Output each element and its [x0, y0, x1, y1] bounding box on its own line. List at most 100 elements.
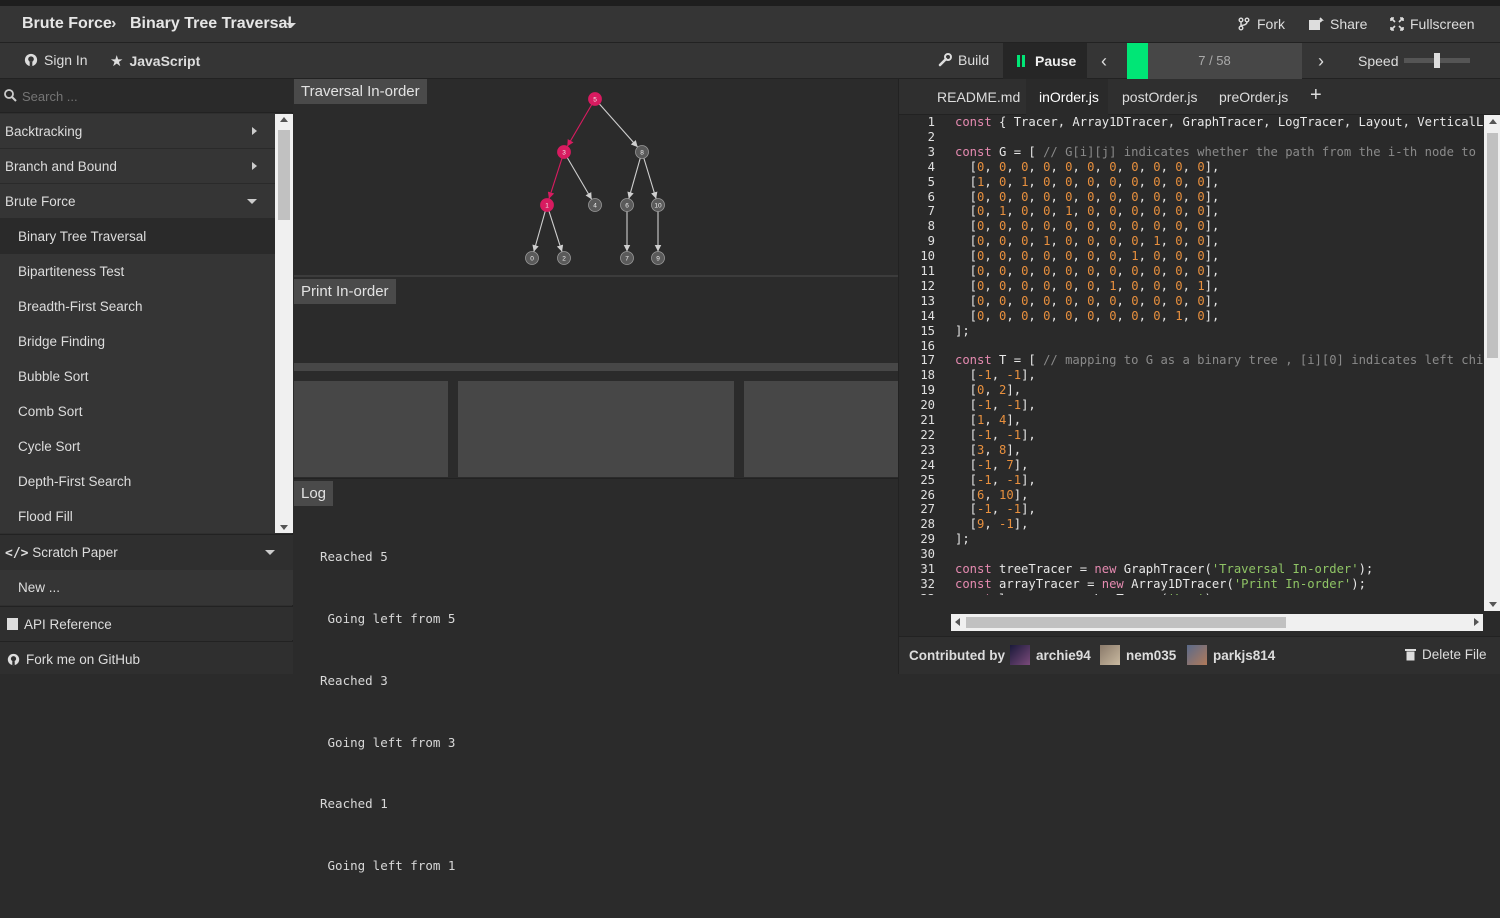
scroll-up-icon[interactable] — [1489, 119, 1497, 124]
algorithm-title[interactable]: Binary Tree Traversal — [130, 15, 292, 33]
tree-node[interactable]: 0 — [525, 251, 539, 265]
fullscreen-button[interactable]: Fullscreen — [1390, 16, 1475, 32]
tree-node[interactable]: 10 — [651, 198, 665, 212]
speed-slider-thumb[interactable] — [1434, 53, 1440, 68]
code-line[interactable]: const logger = new LogTracer('Log'); — [955, 592, 1219, 595]
avatar[interactable] — [1187, 645, 1207, 665]
binary-tree-graph[interactable]: 5 3 8 1 4 6 10 0 2 7 9 — [294, 79, 898, 277]
pause-button[interactable]: Pause — [1003, 43, 1087, 79]
tree-node[interactable]: 8 — [635, 145, 649, 159]
sidebar-item-bipartiteness-test[interactable]: Bipartiteness Test — [0, 254, 275, 289]
sidebar-item-binary-tree-traversal[interactable]: Binary Tree Traversal — [0, 219, 275, 254]
sidebar-item-cycle-sort[interactable]: Cycle Sort — [0, 429, 275, 464]
code-line[interactable]: const arrayTracer = new Array1DTracer('P… — [955, 577, 1366, 591]
fork-button[interactable]: Fork — [1237, 16, 1285, 32]
code-line[interactable]: [0, 0, 0, 0, 0, 0, 0, 0, 0, 0, 0], — [955, 264, 1220, 278]
scrollbar-thumb[interactable] — [966, 617, 1286, 628]
category-brute-force[interactable]: Brute Force — [0, 184, 275, 219]
sidebar-item-comb-sort[interactable]: Comb Sort — [0, 394, 275, 429]
tree-node[interactable]: 4 — [588, 198, 602, 212]
tree-node[interactable]: 1 — [540, 198, 554, 212]
contributor-name[interactable]: archie94 — [1036, 648, 1091, 663]
build-button[interactable]: Build — [938, 52, 989, 68]
tree-node[interactable]: 2 — [557, 251, 571, 265]
tree-node[interactable]: 3 — [557, 145, 571, 159]
tab-inorder[interactable]: inOrder.js — [1039, 79, 1099, 115]
search-input[interactable] — [22, 85, 272, 107]
code-line[interactable]: [0, 0, 0, 0, 0, 0, 0, 0, 0, 0, 0], — [955, 190, 1220, 204]
github-link[interactable]: Fork me on GitHub — [0, 641, 293, 674]
step-back-icon[interactable]: ‹ — [1101, 51, 1107, 72]
language-button[interactable]: ★ JavaScript — [110, 52, 200, 70]
code-line[interactable]: [-1, -1], — [955, 398, 1036, 412]
tree-node[interactable]: 5 — [588, 92, 602, 106]
new-scratch-button[interactable]: New ... — [0, 570, 293, 605]
avatar[interactable] — [1010, 645, 1030, 665]
code-line[interactable]: [0, 0, 0, 1, 0, 0, 0, 0, 1, 0, 0], — [955, 234, 1220, 248]
code-line[interactable]: [1, 0, 1, 0, 0, 0, 0, 0, 0, 0, 0], — [955, 175, 1220, 189]
contributor-name[interactable]: parkjs814 — [1213, 648, 1275, 663]
share-button[interactable]: Share — [1309, 16, 1367, 32]
code-line[interactable]: const T = [ // mapping to G as a binary … — [955, 353, 1484, 367]
contributor-name[interactable]: nem035 — [1126, 648, 1176, 663]
code-line[interactable]: [9, -1], — [955, 517, 1029, 531]
code-line[interactable]: [-1, -1], — [955, 368, 1036, 382]
sidebar-item-bridge-finding[interactable]: Bridge Finding — [0, 324, 275, 359]
code-line[interactable]: [3, 8], — [955, 443, 1021, 457]
delete-file-button[interactable]: Delete File — [1405, 647, 1487, 662]
scratch-paper-header[interactable]: </> Scratch Paper — [0, 534, 293, 570]
editor-vscrollbar[interactable] — [1484, 115, 1500, 611]
sidebar-item-breadth-first-search[interactable]: Breadth-First Search — [0, 289, 275, 324]
scroll-down-icon[interactable] — [1489, 602, 1497, 607]
sidebar-scrollbar[interactable] — [275, 114, 293, 533]
scroll-right-icon[interactable] — [1474, 618, 1479, 626]
tree-node[interactable]: 7 — [620, 251, 634, 265]
tree-node[interactable]: 9 — [651, 251, 665, 265]
code-line[interactable]: [-1, -1], — [955, 502, 1036, 516]
code-line[interactable]: const { Tracer, Array1DTracer, GraphTrac… — [955, 115, 1484, 129]
add-file-button[interactable]: + — [1310, 79, 1322, 115]
code-line[interactable]: [0, 0, 0, 0, 0, 0, 0, 0, 0, 0, 0], — [955, 294, 1220, 308]
code-line[interactable]: ]; — [955, 324, 970, 338]
code-line[interactable]: [0, 0, 0, 0, 0, 0, 0, 0, 0, 1, 0], — [955, 309, 1220, 323]
code-line[interactable]: ]; — [955, 532, 970, 546]
code-line[interactable]: [1, 4], — [955, 413, 1021, 427]
search-bar[interactable] — [0, 79, 293, 113]
code-line[interactable]: [0, 0, 0, 0, 0, 0, 0, 1, 0, 0, 0], — [955, 249, 1220, 263]
code-line[interactable]: [0, 0, 0, 0, 0, 0, 0, 0, 0, 0, 0], — [955, 219, 1220, 233]
code-line[interactable]: [-1, -1], — [955, 473, 1036, 487]
code-line[interactable]: [0, 1, 0, 0, 1, 0, 0, 0, 0, 0, 0], — [955, 204, 1220, 218]
scroll-down-icon[interactable] — [280, 525, 288, 530]
api-reference-link[interactable]: API Reference — [0, 606, 293, 640]
editor-hscrollbar[interactable] — [951, 614, 1483, 631]
scroll-up-icon[interactable] — [280, 117, 288, 122]
tab-postorder[interactable]: postOrder.js — [1122, 79, 1197, 115]
sidebar-item-flood-fill[interactable]: Flood Fill — [0, 499, 275, 533]
step-forward-icon[interactable]: › — [1318, 51, 1324, 72]
avatar[interactable] — [1100, 645, 1120, 665]
code-line[interactable]: [-1, -1], — [955, 428, 1036, 442]
code-line[interactable]: [0, 2], — [955, 383, 1021, 397]
category-backtracking[interactable]: Backtracking — [0, 114, 275, 149]
code-line[interactable]: [0, 0, 0, 0, 0, 0, 1, 0, 0, 0, 1], — [955, 279, 1220, 293]
tree-node[interactable]: 6 — [620, 198, 634, 212]
category-title[interactable]: Brute Force — [22, 15, 112, 33]
tab-readme[interactable]: README.md — [937, 79, 1020, 115]
category-branch-and-bound[interactable]: Branch and Bound — [0, 149, 275, 184]
code-line[interactable]: const G = [ // G[i][j] indicates whether… — [955, 145, 1484, 159]
tab-preorder[interactable]: preOrder.js — [1219, 79, 1288, 115]
scroll-left-icon[interactable] — [955, 618, 960, 626]
code-line[interactable]: [-1, 7], — [955, 458, 1029, 472]
chevron-down-icon[interactable] — [286, 23, 296, 28]
code-line[interactable]: [6, 10], — [955, 488, 1029, 502]
scrollbar-thumb[interactable] — [278, 130, 290, 220]
sign-in-button[interactable]: Sign In — [24, 52, 88, 68]
code-area[interactable]: 1 const { Tracer, Array1DTracer, GraphTra… — [899, 115, 1484, 595]
scrollbar-thumb[interactable] — [1487, 133, 1498, 358]
sidebar-item-depth-first-search[interactable]: Depth-First Search — [0, 464, 275, 499]
speed-slider[interactable] — [1404, 53, 1470, 68]
progress-bar[interactable]: 7 / 58 — [1127, 43, 1302, 79]
code-line[interactable]: const treeTracer = new GraphTracer('Trav… — [955, 562, 1373, 576]
sidebar-item-bubble-sort[interactable]: Bubble Sort — [0, 359, 275, 394]
code-line[interactable]: [0, 0, 0, 0, 0, 0, 0, 0, 0, 0, 0], — [955, 160, 1220, 174]
